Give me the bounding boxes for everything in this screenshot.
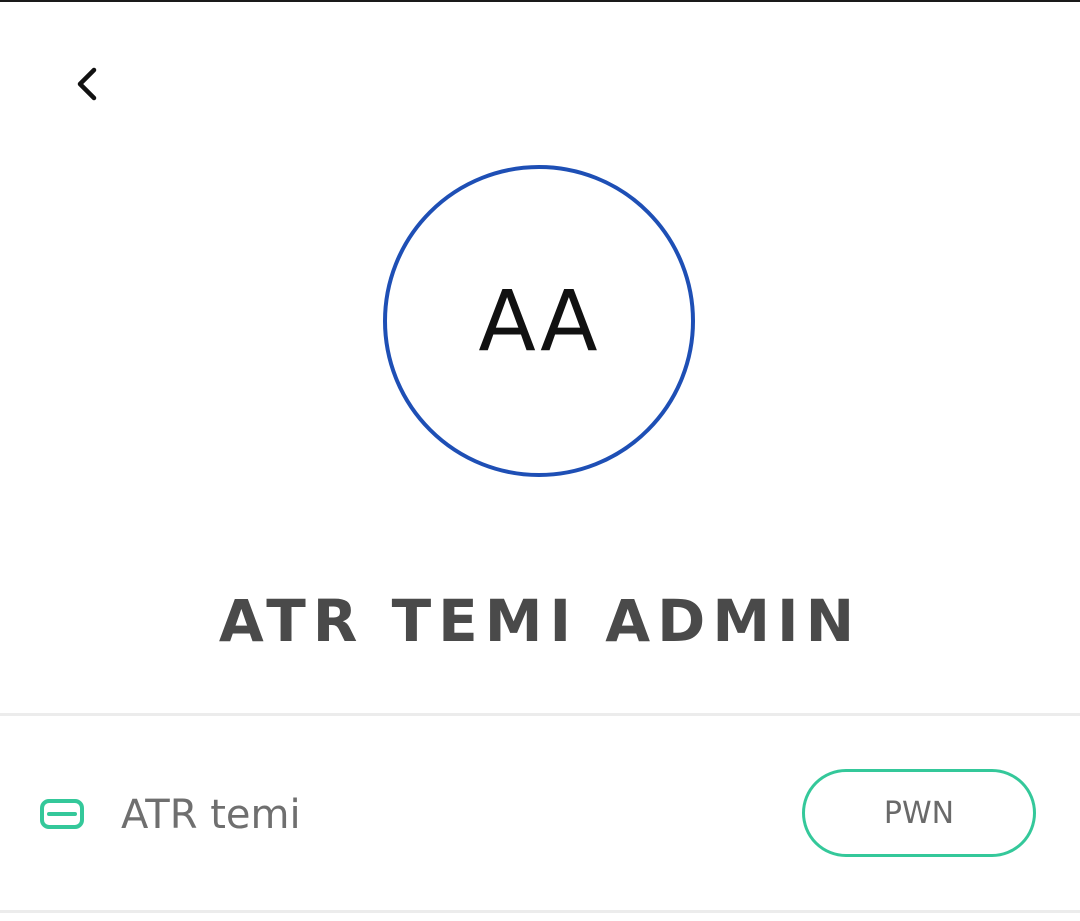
robot-device-icon: [40, 799, 84, 829]
profile-name: ATR TEMI ADMIN: [218, 587, 862, 655]
robot-name: ATR temi: [121, 792, 301, 838]
robot-list-item[interactable]: ATR temi PWN: [0, 716, 1080, 910]
avatar: AA: [383, 165, 695, 477]
top-edge-bar: [0, 0, 1080, 2]
avatar-initials: AA: [478, 272, 600, 370]
chevron-left-icon: [77, 67, 97, 101]
pwn-button[interactable]: PWN: [802, 769, 1036, 857]
divider: [0, 910, 1080, 913]
back-button[interactable]: [60, 56, 116, 112]
